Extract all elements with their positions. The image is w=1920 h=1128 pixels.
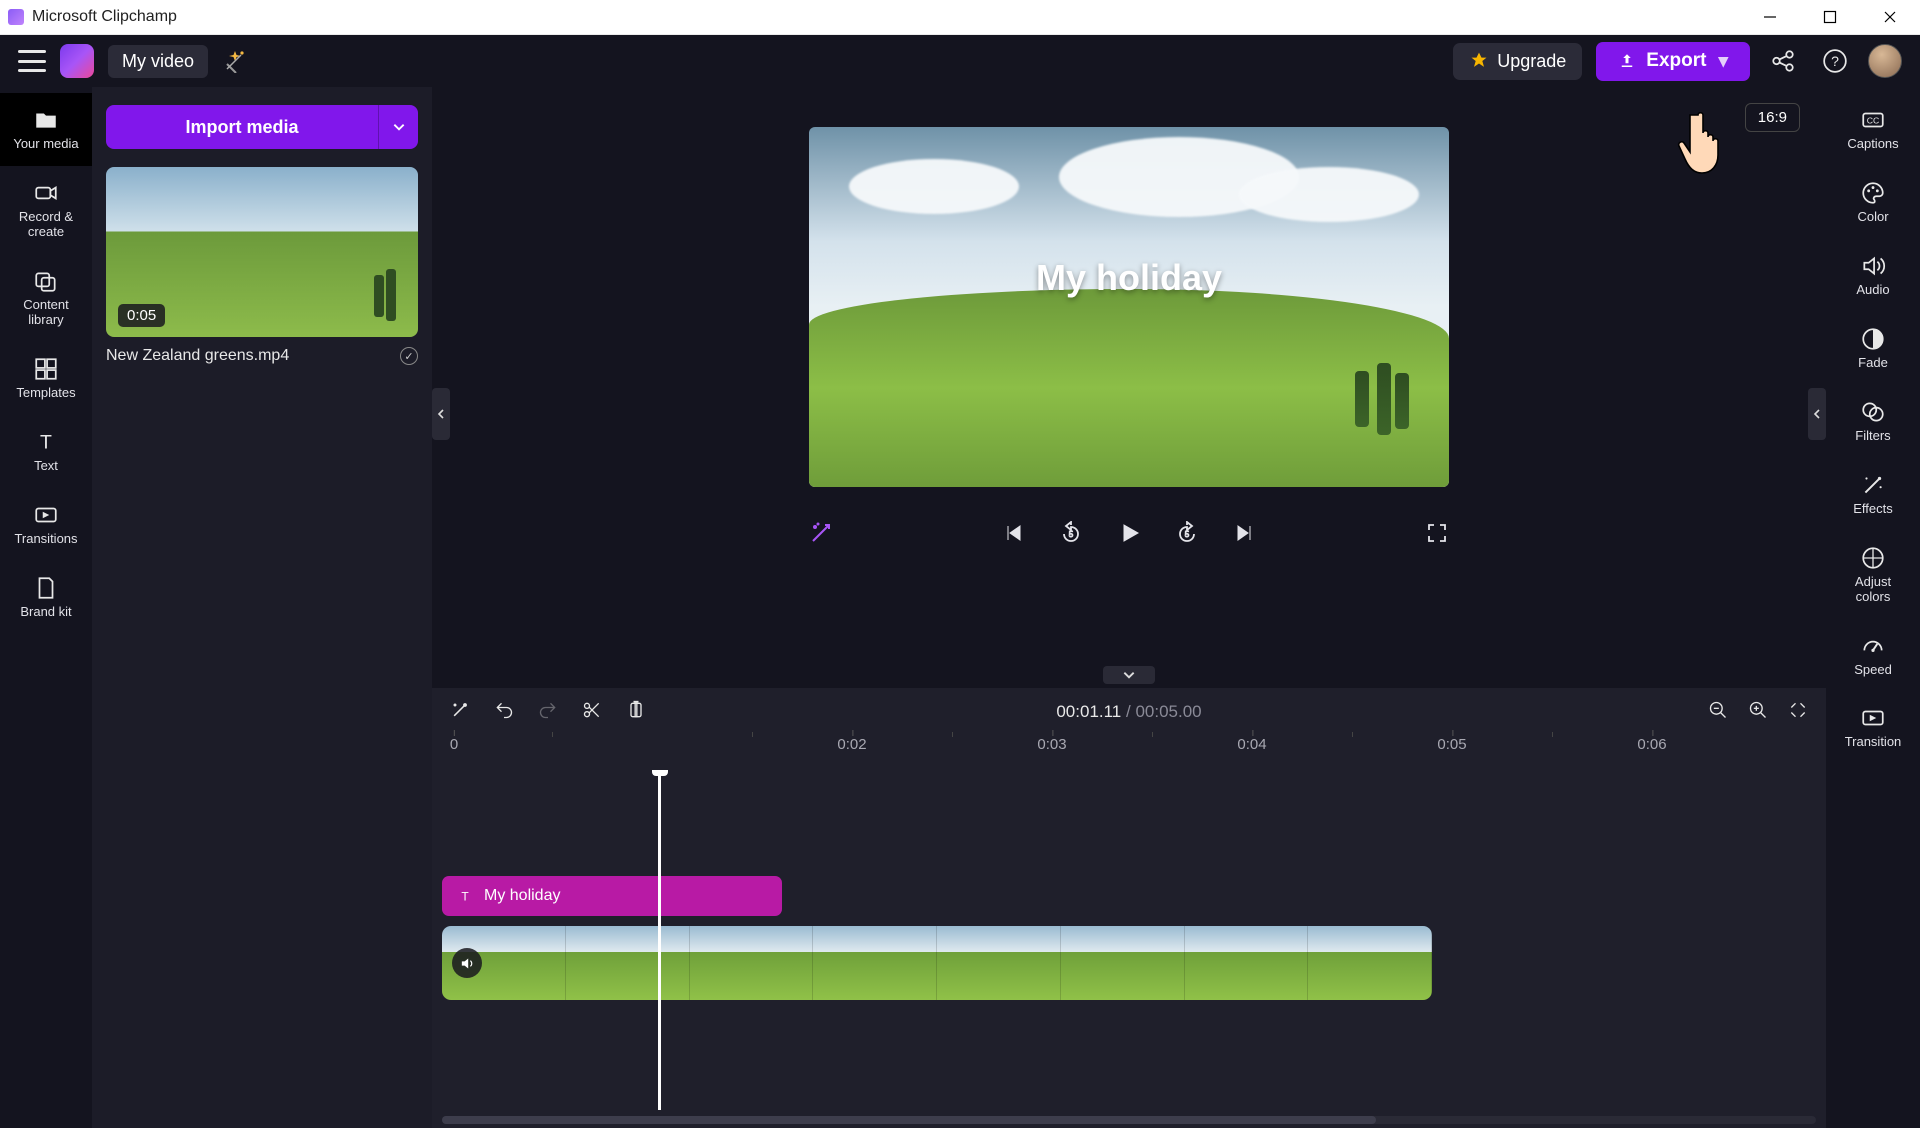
import-media-button[interactable]: Import media — [106, 105, 378, 149]
nav-text[interactable]: T Text — [0, 415, 92, 488]
clip-filename: New Zealand greens.mp4 — [106, 347, 289, 365]
media-clip[interactable]: 0:05 New Zealand greens.mp4 ✓ — [106, 167, 418, 365]
window-minimize-button[interactable] — [1740, 0, 1800, 35]
expand-timeline-button[interactable] — [1103, 666, 1155, 684]
timeline-playhead[interactable] — [658, 770, 661, 1110]
nav-templates[interactable]: Templates — [0, 342, 92, 415]
delete-button[interactable] — [626, 700, 646, 725]
auto-compose-button[interactable] — [450, 700, 470, 725]
fullscreen-button[interactable] — [1425, 521, 1449, 550]
skip-end-button[interactable] — [1233, 521, 1257, 550]
right-property-rail: CC Captions Color Audio Fade Filters — [1826, 87, 1920, 1128]
window-titlebar: Microsoft Clipchamp — [0, 0, 1920, 35]
clipchamp-logo — [60, 44, 94, 78]
nav-record-create[interactable]: Record & create — [0, 166, 92, 254]
redo-button[interactable] — [538, 700, 558, 725]
svg-text:T: T — [461, 890, 469, 904]
svg-text:5: 5 — [1069, 530, 1074, 539]
user-avatar[interactable] — [1868, 44, 1902, 78]
timeline-ruler[interactable]: 0 0:01 0:02 0:03 0:04 0:05 0:06 — [442, 736, 1816, 770]
zoom-in-button[interactable] — [1748, 700, 1768, 725]
collapse-left-panel[interactable] — [432, 388, 450, 440]
app-icon — [8, 9, 24, 25]
timeline-timecode: 00:01.11 / 00:05.00 — [1056, 702, 1201, 722]
nav-transitions[interactable]: Transitions — [0, 488, 92, 561]
window-maximize-button[interactable] — [1800, 0, 1860, 35]
ai-tools-button[interactable] — [809, 521, 833, 550]
svg-text:CC: CC — [1867, 115, 1880, 125]
preview-area: 16:9 My holiday 5 5 — [432, 87, 1826, 688]
svg-text:T: T — [40, 431, 52, 453]
panel-transition[interactable]: Transition — [1826, 691, 1920, 764]
timeline-scrollbar[interactable] — [442, 1116, 1816, 1124]
nav-content-library[interactable]: Content library — [0, 254, 92, 342]
panel-fade[interactable]: Fade — [1826, 312, 1920, 385]
timeline-video-clip[interactable] — [442, 926, 1432, 1000]
panel-filters[interactable]: Filters — [1826, 385, 1920, 458]
project-name[interactable]: My video — [108, 45, 208, 78]
panel-speed[interactable]: Speed — [1826, 619, 1920, 692]
clip-audio-icon[interactable] — [452, 948, 482, 978]
preview-text-overlay: My holiday — [1036, 257, 1222, 299]
left-navigation-rail: Your media Record & create Content libra… — [0, 87, 92, 1128]
import-media-dropdown[interactable] — [378, 105, 418, 149]
undo-button[interactable] — [494, 700, 514, 725]
timeline-text-clip[interactable]: T My holiday — [442, 876, 782, 916]
aspect-ratio-button[interactable]: 16:9 — [1745, 103, 1800, 132]
panel-captions[interactable]: CC Captions — [1826, 93, 1920, 166]
upgrade-button[interactable]: Upgrade — [1453, 43, 1582, 80]
video-preview[interactable]: My holiday — [809, 127, 1449, 487]
auto-enhance-icon[interactable] — [222, 48, 248, 74]
upgrade-label: Upgrade — [1497, 51, 1566, 72]
window-title: Microsoft Clipchamp — [32, 8, 177, 26]
timeline: 00:01.11 / 00:05.00 0 0:01 0:02 0:03 — [432, 688, 1826, 1128]
clip-added-check-icon: ✓ — [400, 347, 418, 365]
panel-audio[interactable]: Audio — [1826, 239, 1920, 312]
media-panel: Import media 0:05 New Zealand greens.mp4… — [92, 87, 432, 1128]
zoom-fit-button[interactable] — [1788, 700, 1808, 725]
rewind-5s-button[interactable]: 5 — [1059, 521, 1083, 550]
menu-button[interactable] — [18, 50, 46, 72]
nav-brand-kit[interactable]: Brand kit — [0, 561, 92, 634]
panel-effects[interactable]: Effects — [1826, 458, 1920, 531]
split-button[interactable] — [582, 700, 602, 725]
share-icon[interactable] — [1770, 48, 1796, 74]
panel-color[interactable]: Color — [1826, 166, 1920, 239]
svg-text:?: ? — [1831, 53, 1839, 69]
zoom-out-button[interactable] — [1708, 700, 1728, 725]
collapse-right-panel[interactable] — [1808, 388, 1826, 440]
export-label: Export — [1646, 50, 1706, 72]
export-button[interactable]: Export ▾ — [1596, 42, 1750, 81]
window-close-button[interactable] — [1860, 0, 1920, 35]
chevron-down-icon: ▾ — [1718, 50, 1728, 73]
skip-start-button[interactable] — [1001, 521, 1025, 550]
forward-5s-button[interactable]: 5 — [1175, 521, 1199, 550]
nav-your-media[interactable]: Your media — [0, 93, 92, 166]
panel-adjust-colors[interactable]: Adjust colors — [1826, 531, 1920, 619]
help-icon[interactable]: ? — [1822, 48, 1848, 74]
play-button[interactable] — [1117, 521, 1141, 550]
svg-text:5: 5 — [1185, 530, 1190, 539]
clip-duration-badge: 0:05 — [118, 304, 165, 327]
